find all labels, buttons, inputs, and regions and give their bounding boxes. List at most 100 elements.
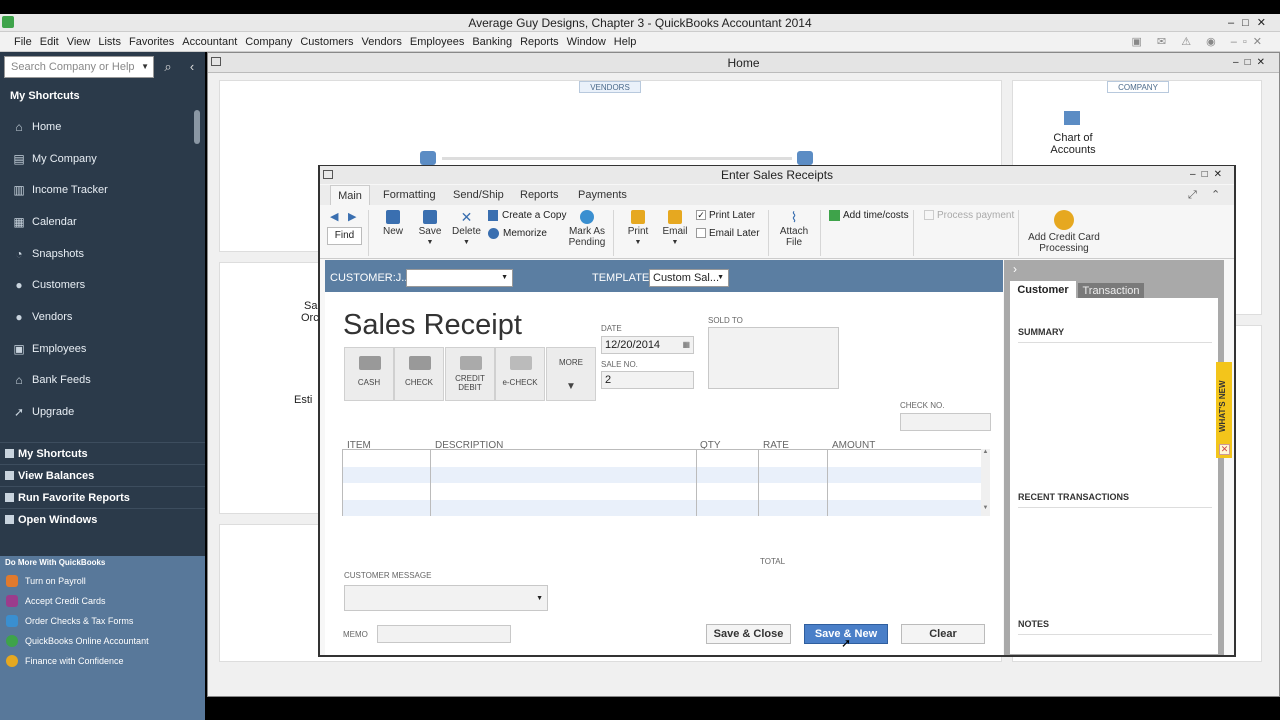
check-no-field[interactable] <box>900 413 991 431</box>
clear-button[interactable]: Clear <box>901 624 985 644</box>
date-field[interactable]: 12/20/2014 ▦ <box>601 336 694 354</box>
payment-echeck-button[interactable]: e-CHECK <box>495 347 545 401</box>
payment-more-button[interactable]: MORE ▼ <box>546 347 596 401</box>
collapse-sidebar-icon[interactable]: ‹ <box>182 57 202 77</box>
sales-orders-partial[interactable]: Sa <box>304 300 317 312</box>
delete-button[interactable]: ✕ Delete ▼ <box>450 210 483 248</box>
domore-item-checks[interactable]: Order Checks & Tax Forms <box>0 611 205 631</box>
template-select[interactable]: Custom Sal... ▼ <box>649 269 729 287</box>
domore-item-credit-cards[interactable]: Accept Credit Cards <box>0 591 205 611</box>
tab-formatting[interactable]: Formatting <box>383 185 436 205</box>
tab-send-ship[interactable]: Send/Ship <box>453 185 504 205</box>
expand-icon[interactable]: ⤢ <box>1188 185 1197 205</box>
customer-message-select[interactable]: ▼ <box>344 585 548 611</box>
domore-item-finance[interactable]: Finance with Confidence <box>0 651 205 671</box>
sidebar-item-home[interactable]: ⌂ Home <box>0 112 196 142</box>
dialog-window-controls[interactable]: –□✕ <box>1190 166 1228 184</box>
sidebar-item-income-tracker[interactable]: ▥ Income Tracker <box>0 175 196 205</box>
save-button[interactable]: Save ▼ <box>415 210 445 248</box>
email-later-checkbox[interactable]: Email Later <box>696 228 760 239</box>
sidebar-item-snapshots[interactable]: ◔ Snapshots <box>0 239 196 269</box>
create-copy-button[interactable]: Create a Copy <box>488 210 566 221</box>
memorize-button[interactable]: Memorize <box>488 228 547 239</box>
panel-collapse-icon[interactable]: › <box>1013 262 1017 276</box>
receive-inventory-icon[interactable] <box>797 151 813 165</box>
tab-main[interactable]: Main <box>330 185 370 205</box>
menu-favorites[interactable]: Favorites <box>125 32 178 52</box>
menu-employees[interactable]: Employees <box>406 32 468 52</box>
grid-scrollbar[interactable]: ▲ ▼ <box>981 449 990 516</box>
table-row[interactable] <box>343 484 981 500</box>
estimates-partial[interactable]: Esti <box>294 394 312 406</box>
add-time-costs-button[interactable]: Add time/costs <box>829 210 909 221</box>
menu-lists[interactable]: Lists <box>94 32 125 52</box>
menu-edit[interactable]: Edit <box>36 32 63 52</box>
purchase-order-icon[interactable] <box>420 151 436 165</box>
table-row[interactable] <box>343 500 981 516</box>
dialog-system-icon[interactable] <box>323 170 333 179</box>
domore-item-online-accountant[interactable]: QuickBooks Online Accountant <box>0 631 205 651</box>
sale-no-field[interactable]: 2 <box>601 371 694 389</box>
nav-view-balances[interactable]: View Balances <box>0 464 205 486</box>
calendar-picker-icon[interactable]: ▦ <box>682 337 690 353</box>
payment-credit-debit-button[interactable]: CREDIT DEBIT <box>445 347 495 401</box>
menu-company[interactable]: Company <box>241 32 296 52</box>
mark-as-pending-button[interactable]: Mark As Pending <box>566 210 608 248</box>
email-button[interactable]: Email ▼ <box>660 210 690 248</box>
menu-right-icons[interactable]: ▣ ✉ ⚠ ◉ –▫✕ <box>1127 32 1272 52</box>
tab-payments[interactable]: Payments <box>578 185 627 205</box>
nav-my-shortcuts[interactable]: My Shortcuts <box>0 442 205 464</box>
sidebar-item-calendar[interactable]: ▦ Calendar <box>0 207 196 237</box>
menu-accountant[interactable]: Accountant <box>178 32 241 52</box>
table-row[interactable] <box>343 450 981 466</box>
new-button[interactable]: New <box>378 210 408 237</box>
home-window-controls[interactable]: –□✕ <box>1233 53 1271 73</box>
sidebar-item-upgrade[interactable]: ➚ Upgrade <box>0 397 196 427</box>
search-icon[interactable]: ⌕ <box>158 57 178 77</box>
history-panel-body <box>1010 298 1218 654</box>
print-button[interactable]: Print ▼ <box>623 210 653 248</box>
find-button[interactable]: Find <box>327 227 362 245</box>
menu-window[interactable]: Window <box>563 32 610 52</box>
sold-to-field[interactable] <box>708 327 839 389</box>
domore-item-payroll[interactable]: Turn on Payroll <box>0 571 205 591</box>
menu-reports[interactable]: Reports <box>516 32 563 52</box>
customer-job-select[interactable]: ▼ <box>406 269 513 287</box>
chart-of-accounts-icon[interactable] <box>1064 111 1080 125</box>
home-system-icon[interactable] <box>211 57 221 66</box>
sidebar-item-vendors[interactable]: ● Vendors <box>0 302 196 332</box>
menu-help[interactable]: Help <box>610 32 641 52</box>
tab-customer[interactable]: Customer <box>1010 281 1076 299</box>
payment-check-button[interactable]: CHECK <box>394 347 444 401</box>
menu-customers[interactable]: Customers <box>296 32 357 52</box>
sold-to-label: SOLD TO <box>708 316 743 325</box>
search-input[interactable]: Search Company or Help ▼ <box>4 56 154 78</box>
nav-open-windows[interactable]: Open Windows <box>0 508 205 530</box>
sidebar-item-bank-feeds[interactable]: ⌂ Bank Feeds <box>0 365 196 395</box>
print-later-checkbox[interactable]: ✓ Print Later <box>696 210 755 221</box>
menu-vendors[interactable]: Vendors <box>358 32 406 52</box>
window-controls[interactable]: –□✕ <box>1228 14 1274 32</box>
memo-field[interactable] <box>377 625 511 643</box>
attach-file-button[interactable]: ⌇ Attach File <box>776 210 812 248</box>
menu-file[interactable]: File <box>10 32 36 52</box>
table-row[interactable] <box>343 467 981 483</box>
close-icon[interactable]: ✕ <box>1219 444 1230 455</box>
add-credit-card-processing-button[interactable]: Add Credit Card Processing <box>1026 210 1102 254</box>
nav-run-favorite-reports[interactable]: Run Favorite Reports <box>0 486 205 508</box>
menu-view[interactable]: View <box>63 32 95 52</box>
collapse-ribbon-icon[interactable]: ⌃ <box>1211 185 1220 205</box>
sidebar-item-customers[interactable]: ● Customers <box>0 270 196 300</box>
tab-reports[interactable]: Reports <box>520 185 559 205</box>
next-arrow-icon[interactable]: ▶ <box>348 210 356 223</box>
save-close-button[interactable]: Save & Close <box>706 624 791 644</box>
sidebar-item-my-company[interactable]: ▤ My Company <box>0 144 196 174</box>
chart-of-accounts-link[interactable]: Chart of Accounts <box>1030 132 1116 156</box>
tab-transaction[interactable]: Transaction <box>1078 283 1144 299</box>
memo-label: MEMO <box>343 630 368 639</box>
prev-arrow-icon[interactable]: ◀ <box>330 210 338 223</box>
sidebar-item-employees[interactable]: ▣ Employees <box>0 334 196 364</box>
search-dropdown-icon[interactable]: ▼ <box>141 57 149 77</box>
payment-cash-button[interactable]: CASH <box>344 347 394 401</box>
menu-banking[interactable]: Banking <box>468 32 516 52</box>
